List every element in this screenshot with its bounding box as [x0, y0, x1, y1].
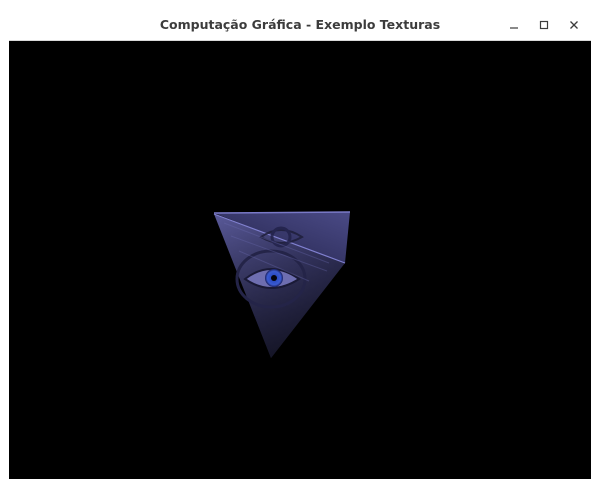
- maximize-button[interactable]: [533, 14, 555, 36]
- app-window: Computação Gráfica - Exemplo Texturas: [0, 0, 600, 485]
- window-frame-left: [0, 0, 9, 485]
- window-frame-right: [591, 0, 600, 485]
- close-icon: [570, 21, 578, 29]
- textured-tetrahedron: [213, 211, 351, 358]
- close-button[interactable]: [563, 14, 585, 36]
- opengl-viewport[interactable]: [9, 41, 591, 479]
- tetrahedron-edge-top: [213, 211, 351, 214]
- window-frame-bottom: [0, 479, 600, 485]
- maximize-icon: [539, 20, 549, 30]
- eye-pupil: [271, 275, 277, 281]
- minimize-button[interactable]: [503, 14, 525, 36]
- minimize-icon: [510, 27, 518, 29]
- title-bar[interactable]: Computação Gráfica - Exemplo Texturas: [9, 8, 591, 41]
